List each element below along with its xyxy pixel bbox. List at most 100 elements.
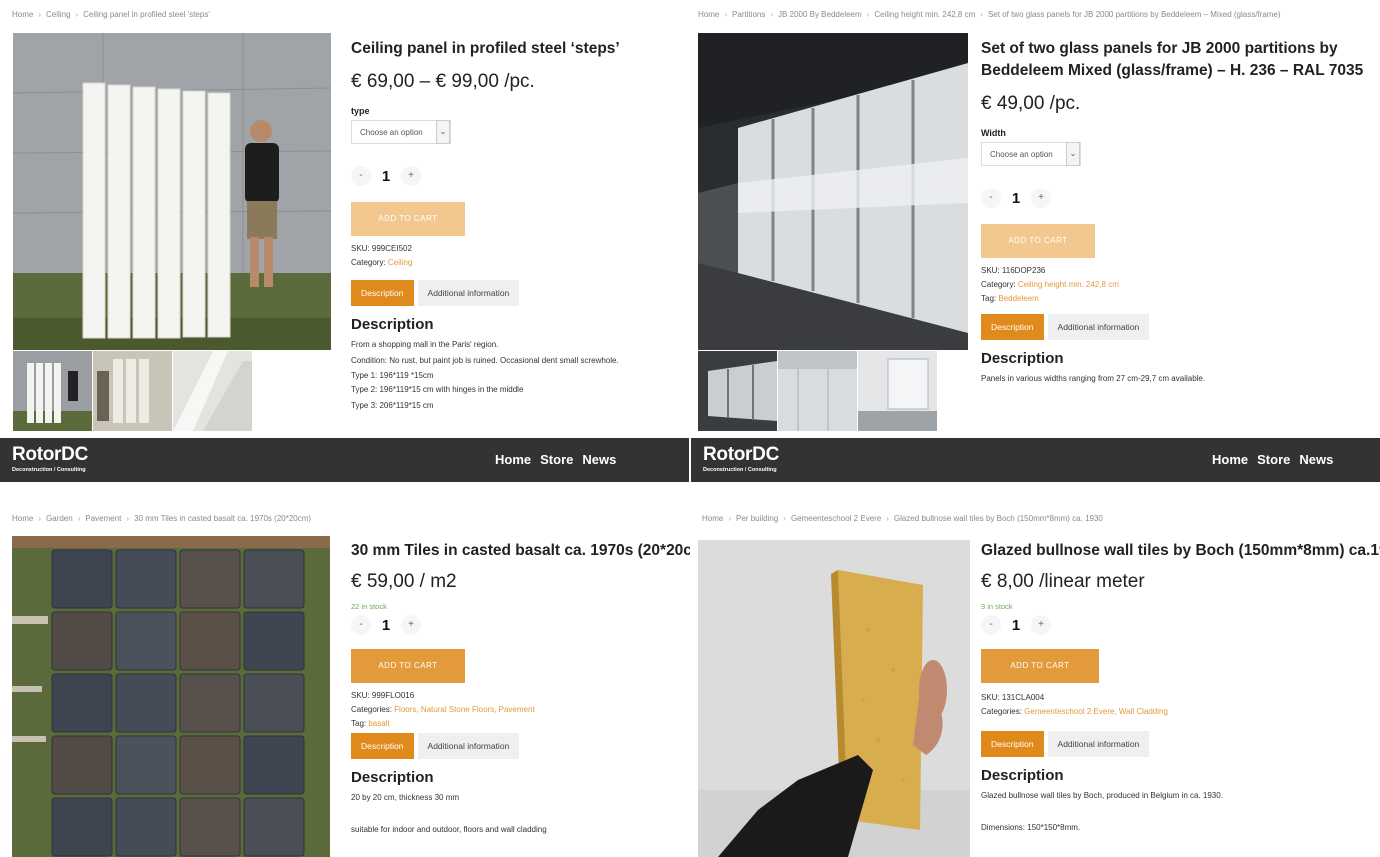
chevron-right-icon: › [126, 514, 130, 523]
add-to-cart-button[interactable]: ADD TO CART [351, 202, 465, 236]
tab-description[interactable]: Description [981, 314, 1044, 340]
tile-square [51, 673, 113, 733]
category-link[interactable]: Ceiling [388, 258, 412, 267]
description-text: Panels in various widths ranging from 27… [981, 374, 1206, 383]
site-header: RotorDC Deconstruction / Consulting Home… [0, 438, 689, 482]
category-label: Category: [351, 258, 386, 267]
quantity-input[interactable]: 1 [1009, 617, 1023, 634]
tile-square [115, 611, 177, 671]
chevron-right-icon: › [886, 514, 889, 523]
breadcrumb-home[interactable]: Home [12, 10, 33, 19]
breadcrumb-garden[interactable]: Garden [46, 514, 73, 523]
product-title: Ceiling panel in profiled steel ‘steps’ [351, 40, 620, 57]
breadcrumb-home[interactable]: Home [698, 10, 719, 19]
increase-quantity-button[interactable]: + [401, 166, 421, 186]
product-summary: Set of two glass panels for JB 2000 part… [981, 38, 1363, 387]
nav-home-link[interactable]: Home [1212, 452, 1248, 467]
tab-additional-information[interactable]: Additional information [417, 280, 520, 306]
product-meta: SKU: 999CEI502 Category: Ceiling [351, 242, 690, 270]
thumbnail-image[interactable] [778, 351, 857, 431]
decrease-quantity-button[interactable]: - [351, 166, 371, 186]
site-logo[interactable]: RotorDC Deconstruction / Consulting [12, 445, 88, 474]
tab-description[interactable]: Description [981, 731, 1044, 757]
chevron-right-icon: › [980, 10, 983, 19]
select-placeholder: Choose an option [360, 128, 423, 137]
product-image[interactable] [12, 536, 330, 857]
thumbnail-image[interactable] [13, 351, 92, 431]
breadcrumb-ceiling[interactable]: Ceiling [46, 10, 70, 19]
tab-additional-information[interactable]: Additional information [1047, 314, 1150, 340]
product-price: € 8,00 /linear meter [981, 571, 1145, 592]
variation-select[interactable]: Choose an option ⌄ [981, 142, 1081, 166]
quantity-input[interactable]: 1 [1009, 190, 1023, 207]
tab-additional-information[interactable]: Additional information [1047, 731, 1150, 757]
category-link[interactable]: Ceiling height min. 242,8 cm [1018, 280, 1119, 289]
thumbnail-image[interactable] [858, 351, 937, 431]
chevron-right-icon: › [38, 10, 42, 19]
product-image[interactable] [13, 33, 331, 350]
variation-select[interactable]: Choose an option ⌄ [351, 120, 451, 144]
main-menu: Home Store News [1212, 452, 1333, 467]
nav-news-link[interactable]: News [582, 452, 616, 467]
increase-quantity-button[interactable]: + [1031, 188, 1051, 208]
product-image[interactable] [698, 540, 970, 857]
breadcrumb-school[interactable]: Gemeenteschool 2 Evere [791, 514, 881, 523]
product-summary: Glazed bullnose wall tiles by Boch (150m… [981, 540, 1380, 836]
decrease-quantity-button[interactable]: - [351, 615, 371, 635]
thumbnail-image[interactable] [698, 351, 777, 431]
tag-link[interactable]: Beddeleem [998, 294, 1038, 303]
product-title: 30 mm Tiles in casted basalt ca. 1970s (… [351, 542, 690, 559]
quantity-input[interactable]: 1 [379, 617, 393, 634]
variation-label: Width [981, 128, 1006, 138]
increase-quantity-button[interactable]: + [1031, 615, 1051, 635]
increase-quantity-button[interactable]: + [401, 615, 421, 635]
breadcrumb-pavement[interactable]: Pavement [85, 514, 121, 523]
tab-description[interactable]: Description [351, 733, 414, 759]
add-to-cart-button[interactable]: ADD TO CART [981, 649, 1099, 683]
breadcrumb: Home › Per building › Gemeenteschool 2 Evere… [702, 514, 1103, 523]
tile-square [115, 735, 177, 795]
nav-home-link[interactable]: Home [495, 452, 531, 467]
decrease-quantity-button[interactable]: - [981, 188, 1001, 208]
chevron-right-icon: › [75, 10, 79, 19]
product-panel-wall-tiles: Home › Per building › Gemeenteschool 2 Evere… [690, 482, 1380, 857]
product-tabs: Description Additional information [351, 280, 690, 306]
sku-value: 999FLO016 [371, 691, 415, 700]
description-heading: Description [981, 767, 1064, 784]
description-heading: Description [981, 350, 1064, 367]
breadcrumb-current: Glazed bullnose wall tiles by Boch (150m… [893, 514, 1103, 523]
thumbnail-image[interactable] [173, 351, 252, 431]
breadcrumb-home[interactable]: Home [702, 514, 723, 523]
tag-link[interactable]: basalt [368, 719, 389, 728]
tile-square [243, 735, 305, 795]
breadcrumb-home[interactable]: Home [12, 514, 33, 523]
chevron-right-icon: › [77, 514, 81, 523]
breadcrumb-per-building[interactable]: Per building [736, 514, 778, 523]
category-links[interactable]: Gemeenteschool 2 Evere, Wall Cladding [1024, 707, 1168, 716]
add-to-cart-button[interactable]: ADD TO CART [981, 224, 1095, 258]
breadcrumb-current: Ceiling panel in profiled steel 'steps' [83, 10, 210, 19]
breadcrumb-partitions[interactable]: Partitions [732, 10, 765, 19]
thumbnail-image[interactable] [93, 351, 172, 431]
add-to-cart-button[interactable]: ADD TO CART [351, 649, 465, 683]
sku-label: SKU: [981, 693, 1000, 702]
category-label: Category: [981, 280, 1016, 289]
product-image[interactable] [698, 33, 968, 350]
quantity-stepper: - 1 + [981, 613, 1321, 637]
breadcrumb-ceiling-height[interactable]: Ceiling height min. 242,8 cm [874, 10, 975, 19]
chevron-right-icon: › [38, 514, 42, 523]
category-links[interactable]: Floors, Natural Stone Floors, Pavement [394, 705, 535, 714]
nav-news-link[interactable]: News [1299, 452, 1333, 467]
site-logo[interactable]: RotorDC Deconstruction / Consulting [703, 445, 779, 474]
breadcrumb-jb2000[interactable]: JB 2000 By Beddeleem [778, 10, 862, 19]
nav-store-link[interactable]: Store [1257, 452, 1290, 467]
product-price: € 59,00 / m2 [351, 571, 457, 592]
decrease-quantity-button[interactable]: - [981, 615, 1001, 635]
tile-square [51, 797, 113, 857]
quantity-input[interactable]: 1 [379, 168, 393, 185]
description-text: 20 by 20 cm, thickness 30 mm suitable fo… [351, 793, 547, 834]
nav-store-link[interactable]: Store [540, 452, 573, 467]
tab-additional-information[interactable]: Additional information [417, 733, 520, 759]
chevron-right-icon: › [724, 10, 728, 19]
tab-description[interactable]: Description [351, 280, 414, 306]
